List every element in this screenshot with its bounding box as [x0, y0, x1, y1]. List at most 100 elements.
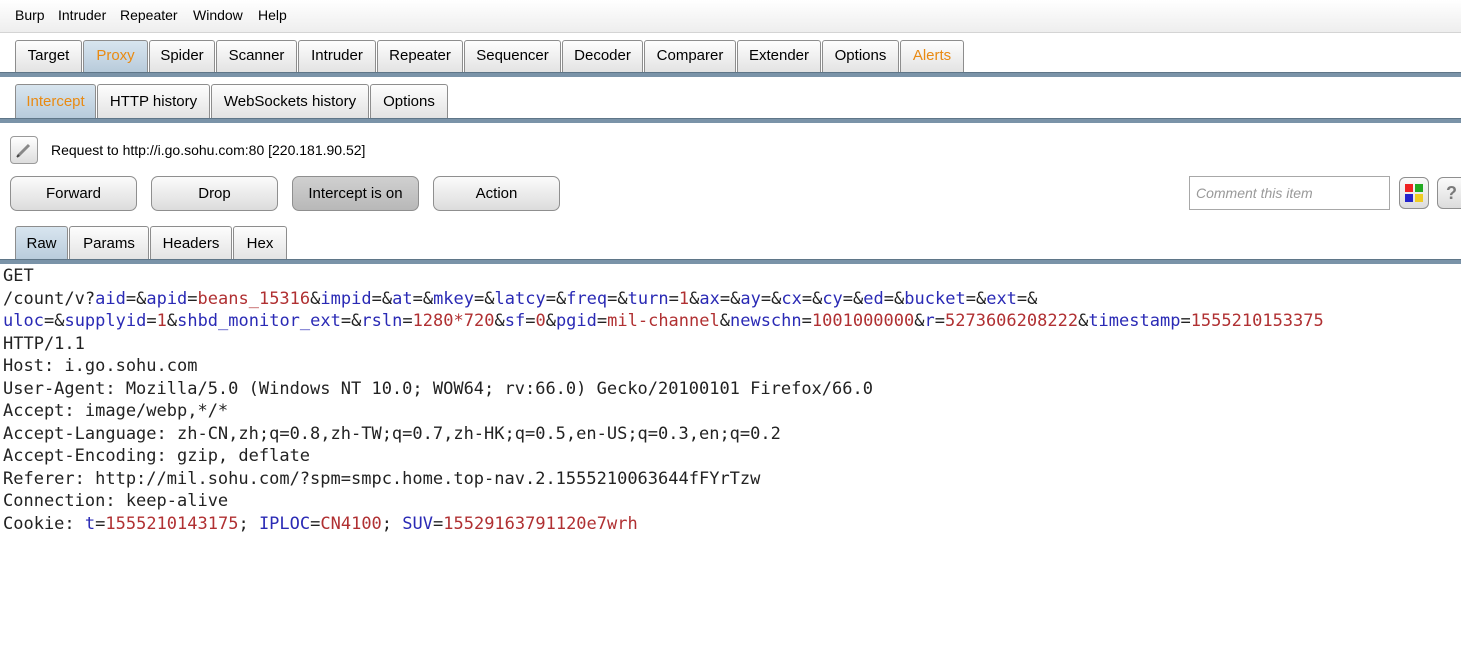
cookie-separator: ;: [238, 513, 259, 534]
highlight-color-button[interactable]: [1399, 177, 1429, 209]
param-name: cy: [822, 288, 843, 309]
query-text: &: [54, 311, 65, 331]
header-line: Accept: image/webp,*/*: [3, 401, 229, 421]
query-text: =: [842, 288, 854, 309]
param-name: sf: [504, 311, 526, 331]
query-text: =: [607, 288, 618, 309]
query-text: &: [914, 311, 925, 331]
param-name: aid: [95, 288, 126, 309]
proxy-tab-divider: [0, 118, 1461, 123]
action-button[interactable]: Action: [433, 176, 560, 211]
tab-proxy[interactable]: Proxy: [83, 40, 148, 72]
color-grid-icon: [1415, 184, 1423, 192]
param-name: ed: [863, 288, 884, 309]
tab-raw[interactable]: Raw: [15, 226, 68, 260]
raw-request-editor[interactable]: GET /count/v?aid=&apid=beans_15316&impid…: [0, 265, 1461, 667]
param-name: apid: [146, 288, 188, 309]
query-text: =: [668, 288, 679, 309]
intercept-toggle-button[interactable]: Intercept is on: [292, 176, 419, 211]
header-line: Accept-Language: zh-CN,zh;q=0.8,zh-TW;q=…: [3, 423, 781, 444]
param-name: rsln: [361, 311, 403, 331]
query-text: &: [136, 288, 147, 309]
param-value: beans_15316: [197, 288, 311, 309]
query-text: =: [596, 311, 608, 331]
param-name: impid: [320, 288, 372, 309]
query-text: &: [617, 288, 628, 309]
main-tab-divider: [0, 72, 1461, 77]
cookie-equals: =: [95, 513, 106, 534]
tab-scanner[interactable]: Scanner: [216, 40, 297, 72]
query-text: &: [771, 288, 782, 309]
query-text: =: [1016, 288, 1028, 309]
message-tab-divider: [0, 259, 1461, 264]
tab-params[interactable]: Params: [69, 226, 149, 260]
query-text: =: [187, 288, 198, 309]
menu-burp[interactable]: Burp: [15, 7, 45, 23]
cookie-equals: =: [433, 513, 444, 534]
tab-proxy-options[interactable]: Options: [370, 84, 448, 118]
query-text: &: [730, 288, 741, 309]
cookie-name: SUV: [402, 513, 433, 534]
drop-button[interactable]: Drop: [151, 176, 278, 211]
tab-headers[interactable]: Headers: [150, 226, 232, 260]
menu-help[interactable]: Help: [258, 7, 287, 23]
tab-decoder[interactable]: Decoder: [562, 40, 643, 72]
query-text: &: [1027, 288, 1038, 309]
tab-repeater[interactable]: Repeater: [377, 40, 463, 72]
tab-intercept[interactable]: Intercept: [15, 84, 96, 118]
tab-extender[interactable]: Extender: [737, 40, 821, 72]
query-text: =: [801, 288, 813, 309]
param-name: at: [392, 288, 413, 309]
query-text: =: [883, 288, 895, 309]
help-button[interactable]: ?: [1437, 177, 1461, 209]
query-text: &: [555, 288, 567, 309]
tab-alerts[interactable]: Alerts: [900, 40, 964, 72]
param-name: cx: [781, 288, 802, 309]
param-name: latcy: [494, 288, 546, 309]
query-text: =: [340, 311, 352, 331]
color-grid-icon: [1405, 194, 1413, 202]
query-text: =: [146, 311, 157, 331]
cookie-value: CN4100: [320, 513, 382, 534]
tab-http-history[interactable]: HTTP history: [97, 84, 210, 118]
query-text: &: [894, 288, 905, 309]
color-grid-icon: [1405, 184, 1413, 192]
param-value: 1555210153375: [1190, 311, 1324, 331]
header-line: User-Agent: Mozilla/5.0 (Windows NT 10.0…: [3, 378, 873, 399]
param-name: supplyid: [64, 311, 147, 331]
menu-window[interactable]: Window: [193, 7, 243, 23]
cookie-name: t: [84, 513, 96, 534]
tab-websockets-history[interactable]: WebSockets history: [211, 84, 369, 118]
query-text: =: [1180, 311, 1191, 331]
query-text: &: [422, 288, 434, 309]
tab-options[interactable]: Options: [822, 40, 899, 72]
menu-repeater[interactable]: Repeater: [120, 7, 178, 23]
param-name: ext: [986, 288, 1017, 309]
forward-button[interactable]: Forward: [10, 176, 137, 211]
tab-hex[interactable]: Hex: [233, 226, 287, 260]
tab-comparer[interactable]: Comparer: [644, 40, 736, 72]
query-text: &: [853, 288, 864, 309]
header-line: Connection: keep-alive: [3, 491, 229, 511]
param-name: uloc: [3, 311, 44, 331]
param-name: freq: [566, 288, 608, 309]
query-text: &: [719, 311, 730, 331]
tab-intruder[interactable]: Intruder: [298, 40, 376, 72]
query-text: &: [689, 288, 700, 309]
color-grid-icon: [1415, 194, 1423, 202]
tab-sequencer[interactable]: Sequencer: [464, 40, 561, 72]
edit-request-button[interactable]: [10, 136, 38, 164]
request-line-path-wrap: uloc=&supplyid=1&shbd_monitor_ext=&rsln=…: [0, 310, 1461, 333]
query-text: &: [975, 288, 987, 309]
header-line: Accept-Encoding: gzip, deflate: [3, 446, 311, 466]
menu-intruder[interactable]: Intruder: [58, 7, 106, 23]
param-name: newschn: [729, 311, 802, 331]
query-text: =: [412, 288, 423, 309]
tab-spider[interactable]: Spider: [149, 40, 215, 72]
cookie-name: IPLOC: [258, 513, 311, 534]
tab-target[interactable]: Target: [15, 40, 82, 72]
comment-input[interactable]: Comment this item: [1189, 176, 1390, 210]
query-text: =: [719, 288, 731, 309]
param-name: ax: [699, 288, 720, 309]
query-text: &: [351, 311, 362, 331]
